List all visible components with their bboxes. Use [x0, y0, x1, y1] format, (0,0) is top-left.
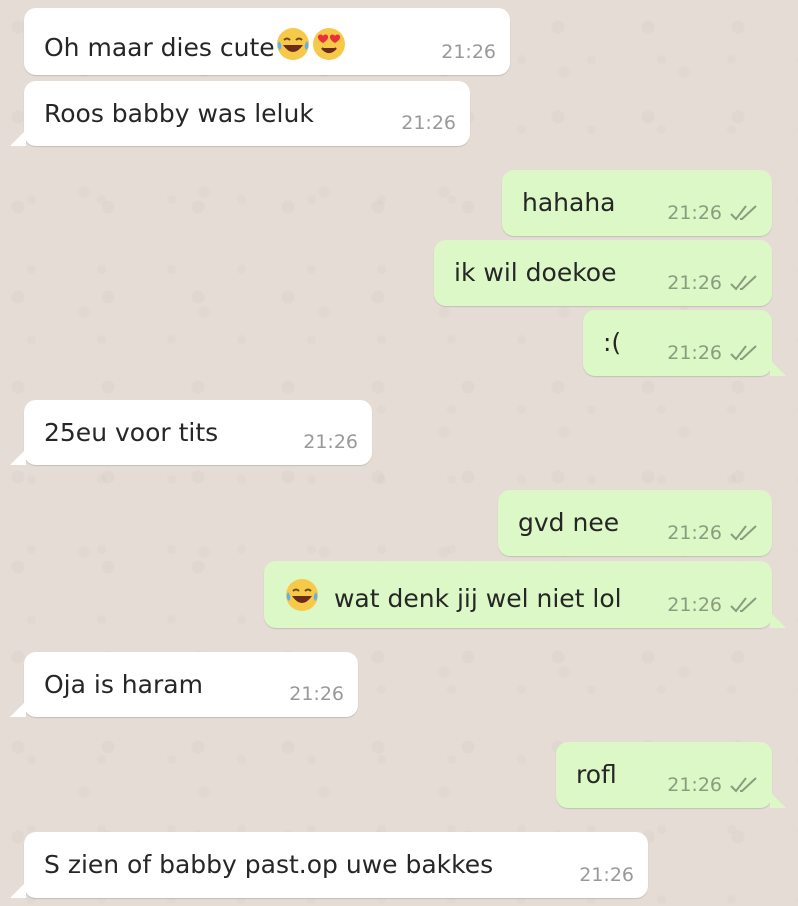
- double-check-icon: [730, 275, 757, 291]
- message-body: wat denk jij wel niet lol: [333, 584, 622, 613]
- message-meta: 21:26: [667, 268, 758, 298]
- message-time: 21:26: [303, 431, 358, 453]
- double-check-icon: [730, 777, 757, 793]
- message-time: 21:26: [667, 594, 722, 616]
- message-time: 21:26: [667, 342, 722, 364]
- double-check-icon: [730, 597, 757, 613]
- message-time: 21:26: [667, 522, 722, 544]
- double-check-icon: [730, 205, 757, 221]
- message-text: ik wil doekoe: [454, 258, 617, 287]
- message-meta: 21:26: [667, 518, 758, 548]
- heart-eyes-emoji-icon: [312, 28, 345, 60]
- message-text: Oja is haram: [44, 670, 203, 699]
- message-outgoing[interactable]: hahaha 21:26: [502, 170, 772, 236]
- message-meta: 21:26: [401, 108, 456, 138]
- message-incoming[interactable]: S zien of babby past.op uwe bakkes 21:26: [10, 832, 648, 898]
- message-time: 21:26: [441, 41, 496, 63]
- message-meta: 21:26: [441, 37, 496, 67]
- double-check-icon: [730, 345, 757, 361]
- message-meta: 21:26: [667, 338, 758, 368]
- message-meta: 21:26: [667, 770, 758, 800]
- chat-thread: Oh maar dies cute 21:26 Roos babby was l…: [0, 0, 798, 906]
- message-outgoing[interactable]: :( 21:26: [583, 310, 786, 376]
- message-time: 21:26: [289, 683, 344, 705]
- message-outgoing[interactable]: gvd nee 21:26: [498, 490, 772, 556]
- message-time: 21:26: [579, 864, 634, 886]
- message-time: 21:26: [667, 202, 722, 224]
- message-text: :(: [603, 328, 622, 357]
- message-incoming[interactable]: 25eu voor tits 21:26: [10, 400, 372, 465]
- message-meta: 21:26: [667, 198, 758, 228]
- message-text: rofl: [576, 760, 617, 789]
- message-incoming[interactable]: Roos babby was leluk 21:26: [10, 81, 470, 146]
- message-text: S zien of babby past.op uwe bakkes: [44, 850, 494, 879]
- laughing-crying-emoji-icon: [276, 28, 309, 60]
- message-outgoing[interactable]: ik wil doekoe 21:26: [434, 240, 772, 306]
- message-text: hahaha: [522, 188, 616, 217]
- message-time: 21:26: [667, 272, 722, 294]
- message-text: 25eu voor tits: [44, 418, 219, 447]
- message-time: 21:26: [401, 112, 456, 134]
- message-text: Roos babby was leluk: [44, 99, 314, 128]
- message-incoming[interactable]: Oja is haram 21:26: [10, 652, 358, 717]
- message-time: 21:26: [667, 774, 722, 796]
- double-check-icon: [730, 525, 757, 541]
- message-meta: 21:26: [579, 860, 634, 890]
- message-meta: 21:26: [303, 427, 358, 457]
- message-text: wat denk jij wel niet lol: [284, 577, 622, 614]
- message-text: gvd nee: [518, 508, 620, 537]
- message-body: Oh maar dies cute: [44, 33, 275, 62]
- message-meta: 21:26: [667, 590, 758, 620]
- message-text: Oh maar dies cute: [44, 26, 347, 63]
- message-outgoing[interactable]: wat denk jij wel niet lol 21:26: [264, 561, 786, 628]
- message-outgoing[interactable]: rofl 21:26: [556, 742, 786, 808]
- laughing-crying-emoji-icon: [286, 579, 318, 611]
- message-incoming[interactable]: Oh maar dies cute 21:26: [24, 8, 510, 75]
- message-meta: 21:26: [289, 679, 344, 709]
